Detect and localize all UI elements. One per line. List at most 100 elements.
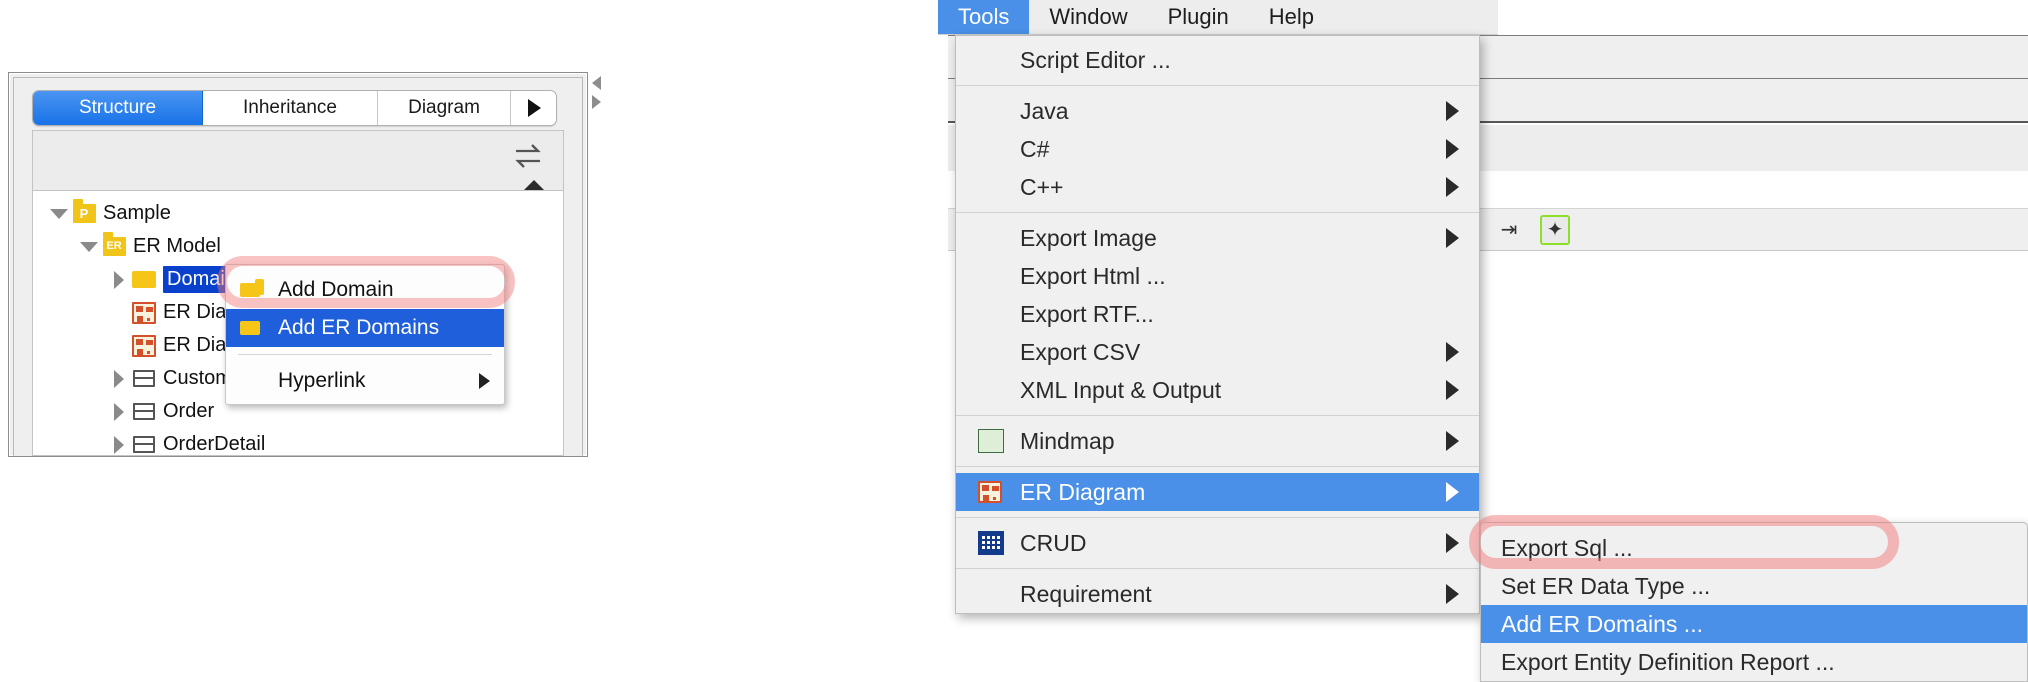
tools-menu-item-label: Export CSV (1020, 338, 1141, 365)
folder-icon (240, 317, 264, 335)
submenu-arrow-icon (1446, 101, 1459, 121)
tab-structure[interactable]: Structure (33, 91, 203, 125)
context-menu-item-add-er-domains[interactable]: Add ER Domains (217, 256, 515, 347)
menubar-item-plugin[interactable]: Plugin (1148, 0, 1249, 34)
tab-diagram-label: Diagram (408, 97, 480, 118)
context-menu-item-label: Add ER Domains (278, 316, 440, 339)
collapse-left-icon[interactable] (592, 76, 601, 90)
er-submenu-item-label: Export Sql ... (1501, 534, 1633, 561)
menubar-item-label: Window (1049, 4, 1128, 29)
submenu-arrow-icon (1446, 380, 1459, 400)
tools-menu-item-label: ER Diagram (1020, 478, 1146, 505)
tree-context-menu[interactable]: Add Domain Add ER Domains Hyperlink (217, 256, 515, 405)
submenu-arrow-icon (1446, 139, 1459, 159)
tools-menu-item-cpp[interactable]: C++ (956, 168, 1479, 206)
menubar-item-label: Tools (958, 4, 1010, 29)
tools-menu-item-er-diagram[interactable]: ER Diagram (956, 473, 1479, 511)
entity-icon (131, 370, 157, 387)
triangle-right-icon[interactable] (107, 402, 131, 421)
triangle-right-icon[interactable] (107, 270, 131, 289)
submenu-arrow-icon (1446, 228, 1459, 248)
panel-split-handles[interactable] (592, 76, 606, 116)
triangle-down-icon[interactable] (77, 241, 101, 252)
auto-layout-icon[interactable]: ⇥ (1494, 215, 1524, 245)
tools-menu-item-script-editor[interactable]: Script Editor ... (956, 41, 1479, 79)
menu-separator (956, 517, 1479, 518)
tools-menu-item-java[interactable]: Java (956, 92, 1479, 130)
menu-separator (956, 466, 1479, 467)
entity-icon (131, 403, 157, 420)
tabstrip-more-button[interactable] (511, 91, 556, 125)
tools-menu-item-requirement[interactable]: Requirement (956, 575, 1479, 613)
tools-menu-item-crud[interactable]: CRUD (956, 524, 1479, 562)
er-submenu-item-label: Add ER Domains ... (1501, 610, 1703, 637)
tab-inheritance[interactable]: Inheritance (203, 91, 378, 125)
context-menu-item-add-domain[interactable]: Add Domain (226, 271, 504, 309)
er-model-folder-icon: ER (101, 232, 127, 256)
er-submenu-item-label: Export Entity Definition Report ... (1501, 648, 1835, 675)
tab-inheritance-label: Inheritance (242, 97, 337, 118)
er-submenu-item-add-er-domains[interactable]: Add ER Domains ... (1469, 515, 2027, 643)
menubar-item-tools[interactable]: Tools (938, 0, 1030, 34)
tools-menu-item-export-rtf[interactable]: Export RTF... (956, 295, 1479, 333)
tools-menu-item-label: CRUD (1020, 529, 1087, 556)
submenu-arrow-icon (1446, 584, 1459, 604)
submenu-arrow-icon (1446, 482, 1459, 502)
tools-menu-item-csharp[interactable]: C# (956, 130, 1479, 168)
tools-menu-item-mindmap[interactable]: Mindmap (956, 422, 1479, 460)
menubar-item-help[interactable]: Help (1249, 0, 1334, 34)
crud-grid-icon (978, 531, 1008, 555)
submenu-arrow-icon (479, 373, 490, 389)
sync-arrows-icon[interactable] (513, 143, 543, 169)
tree-node-sample[interactable]: P Sample (33, 197, 563, 230)
er-diagram-icon (978, 481, 1008, 503)
tree-node-er-model[interactable]: ER ER Model (33, 230, 563, 263)
tools-menu-item-label: Mindmap (1020, 427, 1115, 454)
tools-menu-item-export-csv[interactable]: Export CSV (956, 333, 1479, 371)
tab-diagram[interactable]: Diagram (378, 91, 511, 125)
er-diagram-icon (131, 301, 157, 324)
menu-separator (956, 212, 1479, 213)
er-diagram-submenu[interactable]: Export Sql ... Set ER Data Type ... Add … (1469, 515, 2028, 682)
structure-tabstrip: Structure Inheritance Diagram (32, 90, 557, 126)
tools-menu-item-export-html[interactable]: Export Html ... (956, 257, 1479, 295)
folder-icon (131, 267, 160, 288)
tree-node-label: ER Model (133, 235, 221, 257)
context-menu-item-label: Hyperlink (278, 369, 366, 392)
er-diagram-icon (131, 334, 157, 357)
tools-menu-item-xml-io[interactable]: XML Input & Output (956, 371, 1479, 409)
folder-icon (240, 279, 264, 297)
package-icon: P (71, 199, 97, 223)
context-menu-item-hyperlink[interactable]: Hyperlink (226, 362, 504, 400)
menu-separator (956, 85, 1479, 86)
submenu-arrow-icon (1446, 431, 1459, 451)
menubar[interactable]: Tools Window Plugin Help (938, 0, 1498, 35)
sparkle-icon[interactable]: ✦ (1540, 214, 1570, 245)
triangle-right-icon[interactable] (107, 369, 131, 388)
menubar-item-label: Help (1268, 4, 1315, 29)
tools-menu-item-export-image[interactable]: Export Image (956, 219, 1479, 257)
er-submenu-item-export-sql[interactable]: Export Sql ... (1481, 529, 2027, 567)
tools-menu-item-label: C++ (1020, 173, 1064, 200)
tools-menu-item-label: Export Image (1020, 224, 1157, 251)
expand-right-icon[interactable] (592, 95, 601, 109)
play-right-icon (528, 99, 541, 117)
triangle-right-icon[interactable] (107, 435, 131, 454)
tools-menu-item-label: XML Input & Output (1020, 376, 1222, 403)
er-submenu-item-label: Set ER Data Type ... (1501, 572, 1711, 599)
menu-separator (956, 415, 1479, 416)
tree-node-orderdetail[interactable]: OrderDetail (33, 428, 563, 455)
tools-menu-item-label: Requirement (1020, 580, 1152, 607)
submenu-arrow-icon (1446, 177, 1459, 197)
tools-menu-item-label: C# (1020, 135, 1050, 162)
menu-separator (238, 354, 492, 355)
triangle-down-icon[interactable] (47, 208, 71, 219)
tree-node-label: Order (163, 400, 215, 422)
tab-structure-label: Structure (78, 97, 157, 118)
tree-node-label: Sample (103, 202, 171, 224)
menubar-item-window[interactable]: Window (1029, 0, 1147, 34)
er-submenu-item-export-entity-definition-report[interactable]: Export Entity Definition Report ... (1481, 643, 2027, 681)
tools-dropdown-menu[interactable]: Script Editor ... Java C# C++ Export Ima… (955, 35, 1480, 614)
menubar-item-label: Plugin (1167, 4, 1229, 29)
er-submenu-item-set-er-data-type[interactable]: Set ER Data Type ... (1481, 567, 2027, 605)
